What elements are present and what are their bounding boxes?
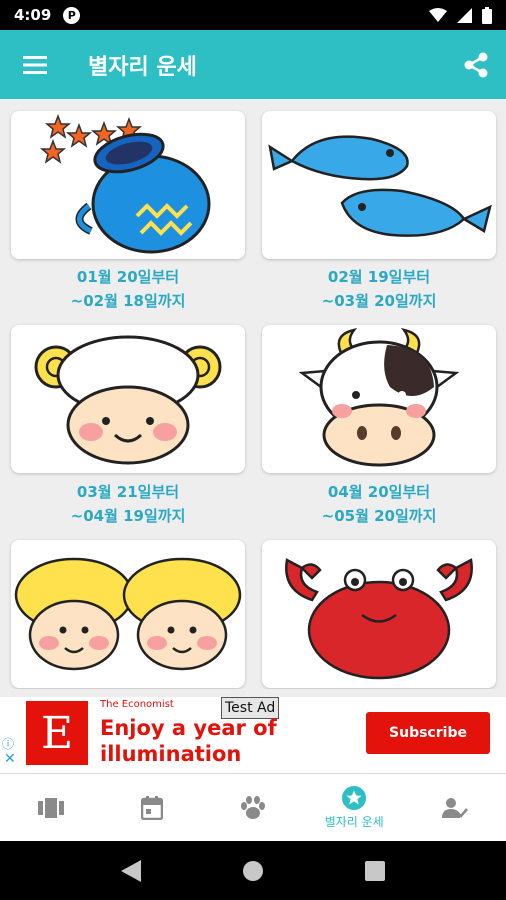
caption-end-date: ~03월 20일까지	[321, 292, 437, 310]
caption-start-date: 02월 19일부터	[327, 268, 431, 286]
nav-tab-horoscope-label: 별자리 운세	[324, 814, 384, 829]
caption-start-date: 04월 20일부터	[327, 483, 431, 501]
zodiac-card-aquarius[interactable]	[11, 111, 245, 259]
nav-tab-horoscope[interactable]: 별자리 운세	[304, 774, 405, 841]
signal-icon	[457, 7, 472, 23]
back-icon[interactable]	[120, 859, 141, 882]
status-icons	[429, 6, 492, 24]
zodiac-card-aries[interactable]	[11, 325, 245, 473]
subscribe-button[interactable]: Subscribe	[366, 712, 490, 754]
status-time: 4:09	[14, 6, 52, 24]
battery-icon	[482, 6, 492, 24]
gemini-illustration	[14, 557, 242, 671]
share-icon	[464, 52, 488, 77]
star-circle-icon	[342, 785, 367, 810]
zodiac-card-pisces[interactable]	[262, 111, 496, 259]
zodiac-card-gemini[interactable]	[11, 540, 245, 688]
zodiac-caption-aquarius: 01월 20일부터 ~02월 18일까지	[11, 265, 245, 313]
zodiac-caption-pisces: 02월 19일부터 ~03월 20일까지	[262, 265, 496, 313]
share-button[interactable]	[446, 30, 506, 99]
ad-banner[interactable]: E The Economist Test Ad Enjoy a year of …	[0, 697, 506, 773]
page-title: 별자리 운세	[88, 54, 197, 80]
menu-button[interactable]	[0, 30, 70, 99]
ad-headline[interactable]: Enjoy a year of illumination	[100, 715, 300, 767]
bottom-navigation: 별자리 운세	[0, 773, 506, 841]
caption-end-date: ~02월 18일까지	[70, 292, 186, 310]
status-notification-badge: P	[63, 6, 81, 24]
calendar-icon	[140, 795, 163, 820]
aries-illustration	[34, 335, 222, 465]
taurus-illustration	[298, 328, 460, 467]
home-icon[interactable]	[242, 860, 264, 882]
zodiac-caption-aries: 03월 21일부터 ~04월 19일까지	[11, 480, 245, 528]
system-navigation-bar	[0, 841, 506, 900]
recents-icon[interactable]	[365, 860, 386, 881]
pisces-illustration	[268, 135, 492, 237]
paw-icon	[241, 795, 265, 819]
zodiac-card-taurus[interactable]	[262, 325, 496, 473]
caption-end-date: ~05월 20일까지	[321, 507, 437, 525]
app-bar: 별자리 운세	[0, 30, 506, 99]
caption-start-date: 03월 21일부터	[76, 483, 180, 501]
caption-end-date: ~04월 19일까지	[70, 507, 186, 525]
caption-start-date: 01월 20일부터	[76, 268, 180, 286]
zodiac-grid: 01월 20일부터 ~02월 18일까지 02월 19일부터 ~03월 20일까…	[0, 99, 506, 689]
zodiac-card-cancer[interactable]	[262, 540, 496, 688]
wifi-icon	[429, 8, 447, 22]
cancer-illustration	[285, 558, 473, 680]
nav-tab-profile[interactable]	[405, 774, 506, 841]
nav-tab-cards[interactable]	[0, 774, 101, 841]
aquarius-illustration	[39, 113, 211, 254]
nav-tab-calendar[interactable]	[101, 774, 202, 841]
person-check-icon	[442, 797, 469, 818]
zodiac-caption-taurus: 04월 20일부터 ~05월 20일까지	[262, 480, 496, 528]
ad-logo: E	[26, 701, 88, 765]
cards-icon	[37, 797, 64, 818]
ad-close-icon[interactable]: ✕	[4, 751, 16, 767]
hamburger-menu-icon	[23, 55, 47, 74]
ad-brand: The Economist	[100, 699, 174, 710]
ad-info-icon[interactable]: ⓘ	[2, 735, 14, 752]
status-bar: 4:09 P	[0, 0, 506, 30]
nav-tab-paw[interactable]	[202, 774, 303, 841]
